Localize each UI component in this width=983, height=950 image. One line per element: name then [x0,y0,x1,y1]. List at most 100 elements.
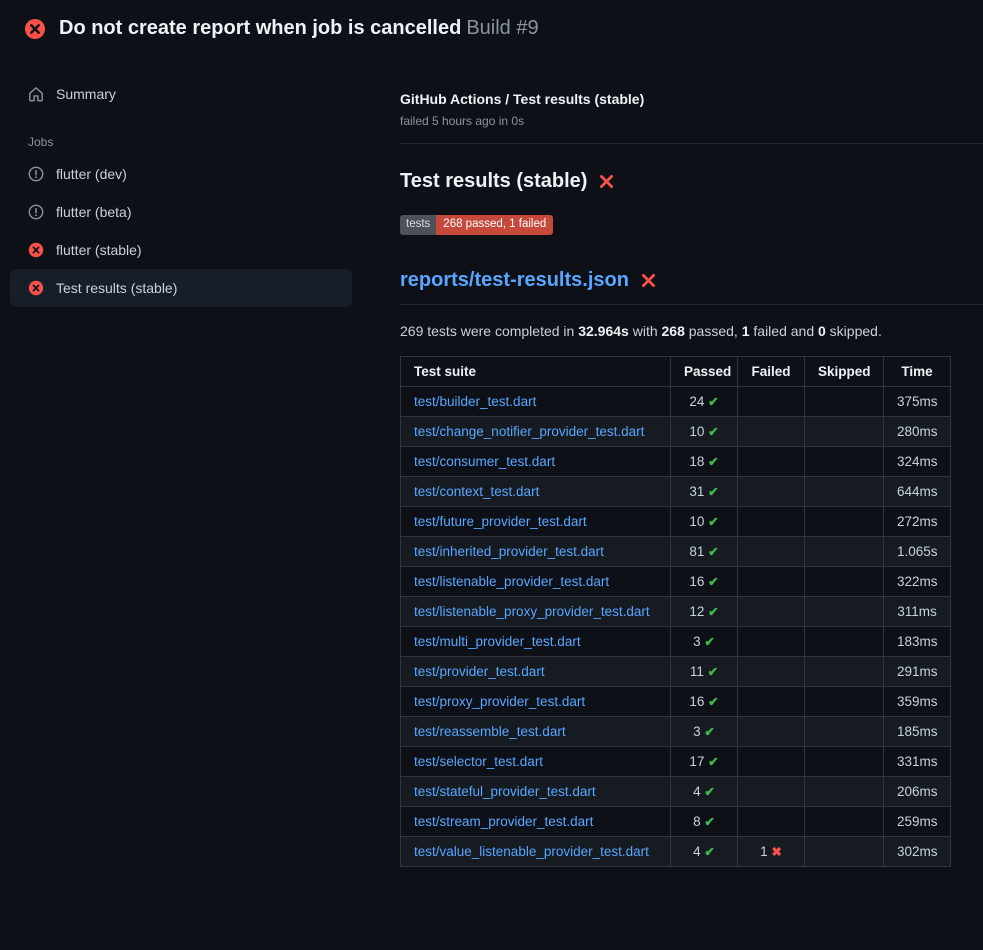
x-icon: ✖ [771,845,781,859]
test-suite-link[interactable]: test/reassemble_test.dart [414,724,566,739]
test-suite-link[interactable]: test/inherited_provider_test.dart [414,544,604,559]
test-suite-link[interactable]: test/stateful_provider_test.dart [414,784,596,799]
cell-passed: 17 ✔ [671,746,738,776]
job-label: Test results (stable) [56,280,177,296]
sidebar-item-job[interactable]: flutter (stable) [10,231,352,269]
failed-count: 1 [760,844,768,859]
badge-value: 268 passed, 1 failed [436,215,553,235]
divider [400,143,983,144]
test-suite-link[interactable]: test/listenable_provider_test.dart [414,574,609,589]
table-row: test/listenable_provider_test.dart 16 ✔ 32… [401,566,951,596]
skipped-total: 0 [818,323,826,339]
check-icon: ✔ [704,785,714,799]
cell-skipped [805,446,884,476]
cell-failed [738,416,805,446]
job-label: flutter (stable) [56,242,142,258]
table-row: test/reassemble_test.dart3 ✔185ms [401,716,951,746]
test-suite-link[interactable]: test/proxy_provider_test.dart [414,694,585,709]
cell-passed: 16 ✔ [671,686,738,716]
main-content: GitHub Actions / Test results (stable) f… [400,55,983,867]
cell-time: 322ms [884,566,951,596]
test-suite-link[interactable]: test/context_test.dart [414,484,539,499]
cell-test-suite: test/reassemble_test.dart [401,716,671,746]
cell-skipped [805,416,884,446]
results-table: Test suite Passed Failed Skipped Time te… [400,356,951,867]
cell-failed [738,686,805,716]
test-suite-link[interactable]: test/stream_provider_test.dart [414,814,593,829]
sidebar-item-summary[interactable]: Summary [10,75,352,113]
cell-passed: 12 ✔ [671,596,738,626]
test-suite-link[interactable]: test/listenable_proxy_provider_test.dart [414,604,650,619]
cell-skipped [805,716,884,746]
cell-test-suite: test/stateful_provider_test.dart [401,776,671,806]
cell-time: 185ms [884,716,951,746]
sidebar-item-job[interactable]: flutter (beta) [10,193,352,231]
cell-time: 291ms [884,656,951,686]
cell-time: 359ms [884,686,951,716]
summary-text: failed and [750,323,819,339]
duration-value: 32.964s [578,323,629,339]
table-row: test/selector_test.dart17 ✔331ms [401,746,951,776]
test-suite-link[interactable]: test/value_listenable_provider_test.dart [414,844,649,859]
report-link[interactable]: reports/test-results.json [400,269,629,292]
x-icon [640,272,657,289]
passed-count: 4 [693,784,701,799]
cell-skipped [805,506,884,536]
cell-time: 324ms [884,446,951,476]
summary-text: skipped. [826,323,882,339]
sidebar-item-job[interactable]: flutter (dev) [10,155,352,193]
results-table-body: test/builder_test.dart24 ✔375mstest/chan… [401,386,951,866]
cell-failed [738,446,805,476]
test-suite-link[interactable]: test/future_provider_test.dart [414,514,587,529]
failed-total: 1 [742,323,750,339]
col-header-passed: Passed [671,356,738,386]
cell-test-suite: test/proxy_provider_test.dart [401,686,671,716]
sidebar: Summary Jobs flutter (dev) flutter (beta)… [0,55,400,307]
page-header: Do not create report when job is cancell… [0,0,983,55]
cell-test-suite: test/inherited_provider_test.dart [401,536,671,566]
table-row: test/listenable_proxy_provider_test.dart… [401,596,951,626]
test-suite-link[interactable]: test/selector_test.dart [414,754,543,769]
passed-count: 31 [689,484,704,499]
passed-count: 17 [689,754,704,769]
cell-passed: 4 ✔ [671,836,738,866]
table-row: test/provider_test.dart11 ✔291ms [401,656,951,686]
cell-time: 183ms [884,626,951,656]
test-suite-link[interactable]: test/builder_test.dart [414,394,536,409]
cell-failed [738,806,805,836]
cell-time: 311ms [884,596,951,626]
check-icon: ✔ [704,635,714,649]
x-circle-icon [28,242,44,258]
run-meta: failed 5 hours ago in 0s [400,114,983,128]
cell-failed [738,716,805,746]
cell-failed [738,746,805,776]
check-icon: ✔ [704,815,714,829]
cell-time: 644ms [884,476,951,506]
passed-count: 18 [689,454,704,469]
test-suite-link[interactable]: test/change_notifier_provider_test.dart [414,424,644,439]
cell-time: 259ms [884,806,951,836]
cell-time: 206ms [884,776,951,806]
cell-passed: 16 ✔ [671,566,738,596]
col-header-skipped: Skipped [805,356,884,386]
badge-label: tests [400,215,436,235]
cell-skipped [805,776,884,806]
table-row: test/change_notifier_provider_test.dart1… [401,416,951,446]
table-row: test/builder_test.dart24 ✔375ms [401,386,951,416]
table-row: test/consumer_test.dart18 ✔324ms [401,446,951,476]
test-suite-link[interactable]: test/consumer_test.dart [414,454,555,469]
table-row: test/proxy_provider_test.dart 16 ✔ 359ms [401,686,951,716]
cell-test-suite: test/provider_test.dart [401,656,671,686]
jobs-heading: Jobs [28,135,352,149]
job-label: flutter (beta) [56,204,131,220]
report-title: reports/test-results.json [400,269,983,305]
x-icon [598,173,615,190]
cell-test-suite: test/value_listenable_provider_test.dart [401,836,671,866]
test-suite-link[interactable]: test/multi_provider_test.dart [414,634,581,649]
table-row: test/multi_provider_test.dart3 ✔183ms [401,626,951,656]
cell-passed: 10 ✔ [671,506,738,536]
test-suite-link[interactable]: test/provider_test.dart [414,664,545,679]
passed-count: 12 [689,604,704,619]
passed-count: 4 [693,844,701,859]
sidebar-item-job[interactable]: Test results (stable) [10,269,352,307]
